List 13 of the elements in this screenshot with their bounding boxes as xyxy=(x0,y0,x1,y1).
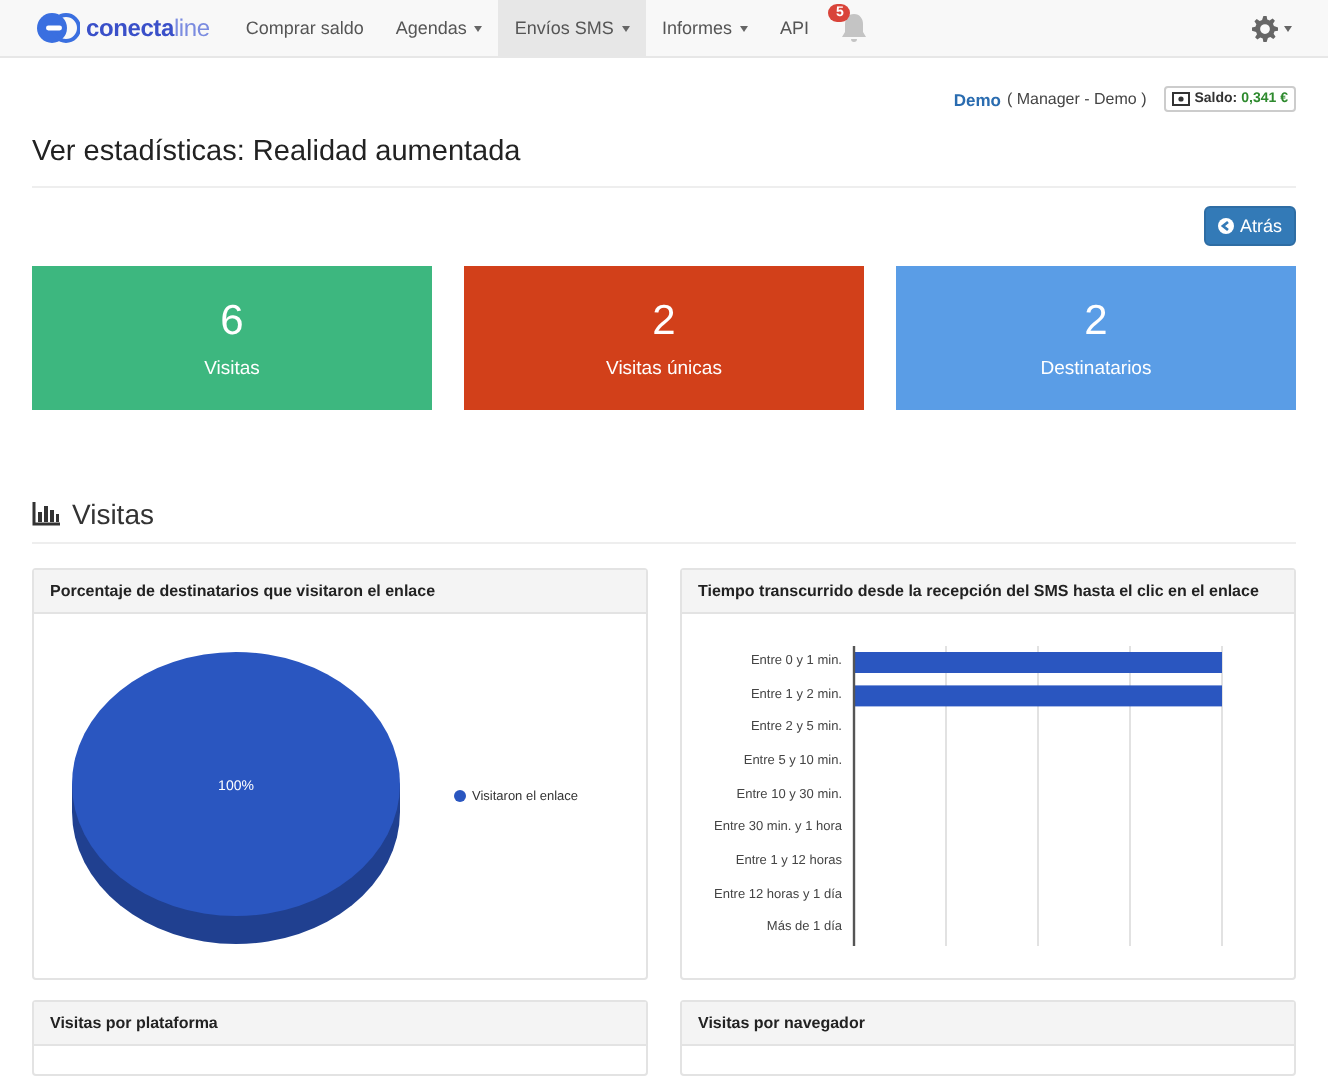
panel-heading: Visitas por plataforma xyxy=(34,1002,646,1046)
stat-label: Visitas únicas xyxy=(606,357,722,379)
panel-heading: Tiempo transcurrido desde la recepción del SMS hasta el clic en el enlace xyxy=(682,570,1294,614)
stat-value: 6 xyxy=(220,297,244,345)
page-title: Ver estadísticas: Realidad aumentada xyxy=(32,136,1296,188)
stat-value: 2 xyxy=(1084,297,1108,345)
panel-heading: Visitas por navegador xyxy=(682,1002,1294,1046)
stat-label: Visitas xyxy=(204,357,260,379)
stat-label: Destinatarios xyxy=(1040,357,1152,379)
user-role: ( Manager - Demo ) xyxy=(1006,90,1147,108)
section-title: Visitas xyxy=(72,498,154,530)
panel-heading: Porcentaje de destinatarios que visitaron el enlace xyxy=(34,570,646,614)
stat-value: 2 xyxy=(652,297,676,345)
